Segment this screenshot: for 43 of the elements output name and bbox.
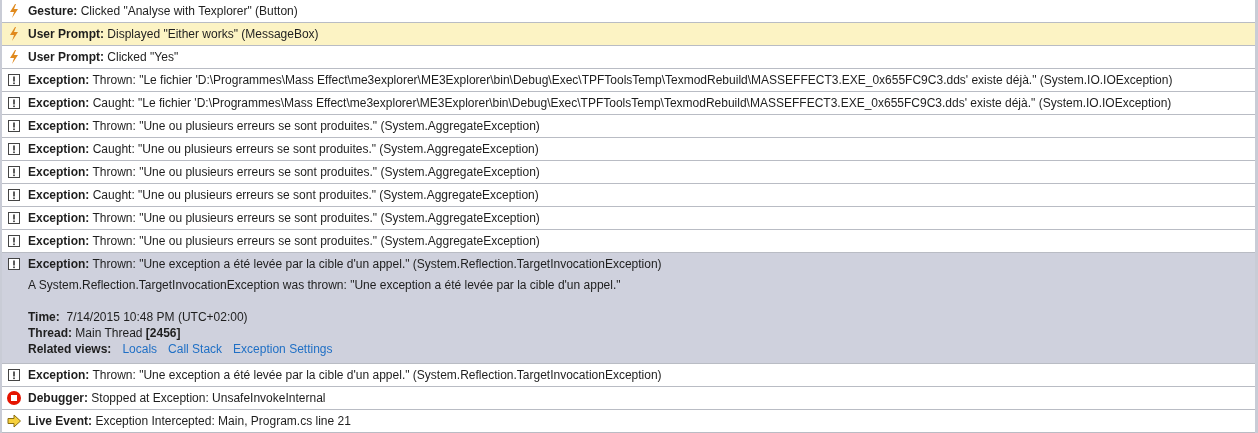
event-text: Debugger: Stopped at Exception: UnsafeInvokeInternal [28,391,326,405]
event-row[interactable]: Exception: Thrown: "Une ou plusieurs erreurs se sont produites." (System.AggregateException) [2,161,1255,184]
arrow-right-icon [6,413,22,429]
event-row[interactable]: User Prompt: Displayed "Either works" (MessageBox) [2,23,1255,46]
exclamation-box-icon [6,233,22,249]
event-text: User Prompt: Displayed "Either works" (MessageBox) [28,27,319,41]
event-row[interactable]: Exception: Thrown: "Le fichier 'D:\Programmes\Mass Effect\me3explorer\ME3Explorer\bin\Debug\Exec\TPFToolsTemp\TexmodRebuild\MASSEFFECT3.EXE_0x655FC9C3.dds' existe déjà." (System.IO.IOException) [2,69,1255,92]
event-text: Exception: Caught: "Le fichier 'D:\Programmes\Mass Effect\me3explorer\ME3Explorer\bin\Debug\Exec\TPFToolsTemp\TexmodRebuild\MASSEFFECT3.EXE_0x655FC9C3.dds' existe déjà." (System.IO.IOException) [28,96,1172,110]
thread-text: Thread: Main Thread [2456] [28,325,182,341]
exclamation-box-icon [6,256,22,272]
exclamation-box-icon [6,210,22,226]
event-text: Exception: Thrown: "Une ou plusieurs erreurs se sont produites." (System.AggregateException) [28,165,540,179]
exclamation-box-icon [6,187,22,203]
event-text: Exception: Thrown: "Une exception a été levée par la cible d'un appel." (System.Reflection.TargetInvocationException) [28,257,662,271]
exclamation-box-icon [6,118,22,134]
stop-icon [6,390,22,406]
event-text: Exception: Thrown: "Une ou plusieurs erreurs se sont produites." (System.AggregateException) [28,119,540,133]
event-row[interactable]: Exception: Caught: "Une ou plusieurs erreurs se sont produites." (System.AggregateException) [2,184,1255,207]
event-row[interactable]: User Prompt: Clicked "Yes" [2,46,1255,69]
event-text: Exception: Thrown: "Une exception a été levée par la cible d'un appel." (System.Reflection.TargetInvocationException) [28,368,662,382]
event-row[interactable]: Debugger: Stopped at Exception: UnsafeInvokeInternal [2,387,1255,410]
exception-message: A System.Reflection.TargetInvocationException was thrown: "Une exception a été levée par la cible d'un appel." [28,277,622,293]
event-text: Exception: Thrown: "Une ou plusieurs erreurs se sont produites." (System.AggregateException) [28,234,540,248]
exclamation-box-icon [6,95,22,111]
event-text: User Prompt: Clicked "Yes" [28,50,179,64]
event-row[interactable]: Exception: Caught: "Le fichier 'D:\Programmes\Mass Effect\me3explorer\ME3Explorer\bin\Debug\Exec\TPFToolsTemp\TexmodRebuild\MASSEFFECT3.EXE_0x655FC9C3.dds' existe déjà." (System.IO.IOException) [2,92,1255,115]
exclamation-box-icon [6,141,22,157]
time-text: Time: 7/14/2015 10:48 PM (UTC+02:00) [28,309,249,325]
event-row[interactable]: Live Event: Exception Intercepted: Main, Program.cs line 21 [2,410,1255,433]
event-text: Exception: Caught: "Une ou plusieurs erreurs se sont produites." (System.AggregateException) [28,188,539,202]
event-row[interactable]: Exception: Thrown: "Une ou plusieurs erreurs se sont produites." (System.AggregateException) [2,207,1255,230]
event-text: Exception: Thrown: "Une ou plusieurs erreurs se sont produites." (System.AggregateException) [28,211,540,225]
event-row[interactable]: Exception: Thrown: "Une ou plusieurs erreurs se sont produites." (System.AggregateException) [2,115,1255,138]
related-views-label: Related views: [28,341,112,357]
exclamation-box-icon [6,367,22,383]
event-text: Gesture: Clicked "Analyse with Texplorer" (Button) [28,4,298,18]
event-text: Live Event: Exception Intercepted: Main, Program.cs line 21 [28,414,351,428]
event-text: Exception: Caught: "Une ou plusieurs erreurs se sont produites." (System.AggregateException) [28,142,539,156]
event-text: Exception: Thrown: "Le fichier 'D:\Programmes\Mass Effect\me3explorer\ME3Explorer\bin\Debug\Exec\TPFToolsTemp\TexmodRebuild\MASSEFFECT3.EXE_0x655FC9C3.dds' existe déjà." (System.IO.IOException) [28,73,1173,87]
exclamation-box-icon [6,164,22,180]
event-row[interactable]: Exception: Caught: "Une ou plusieurs erreurs se sont produites." (System.AggregateException) [2,138,1255,161]
exclamation-box-icon [6,72,22,88]
event-row[interactable]: Exception: Thrown: "Une exception a été levée par la cible d'un appel." (System.Reflection.TargetInvocationException) [2,364,1255,387]
